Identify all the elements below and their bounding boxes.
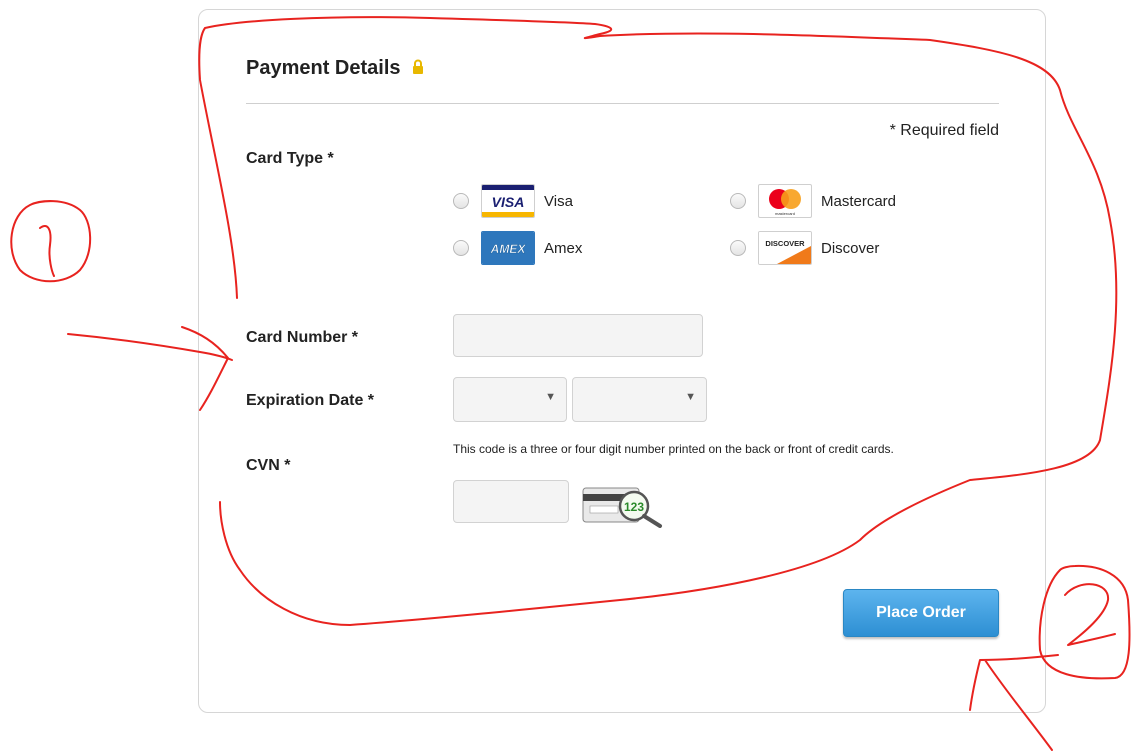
- expiration-year-select[interactable]: ▼: [572, 377, 707, 422]
- card-type-label: Card Type *: [246, 150, 334, 167]
- caret-down-icon: ▼: [685, 391, 696, 403]
- annotation-circle-one: [10, 200, 92, 283]
- annotation-digit-one: [39, 225, 55, 277]
- payment-title-text: Payment Details: [246, 57, 401, 79]
- svg-text:VISA: VISA: [492, 194, 525, 210]
- cvn-label: CVN *: [246, 457, 291, 474]
- radio-discover[interactable]: [730, 240, 746, 256]
- svg-text:DISCOVER: DISCOVER: [765, 239, 805, 248]
- required-field-note: * Required field: [889, 122, 999, 139]
- place-order-button[interactable]: Place Order: [843, 589, 999, 637]
- cvn-card-icon: 123: [582, 487, 662, 528]
- card-name-mastercard: Mastercard: [821, 193, 897, 210]
- radio-amex[interactable]: [453, 240, 469, 256]
- cvn-hint: This code is a three or four digit numbe…: [453, 442, 894, 456]
- expiration-date-label: Expiration Date *: [246, 392, 375, 409]
- page-title: Payment Details: [246, 57, 424, 80]
- annotation-circle-two: [1038, 564, 1131, 680]
- card-name-amex: Amex: [544, 240, 583, 257]
- card-name-discover: Discover: [821, 240, 880, 257]
- radio-mastercard[interactable]: [730, 193, 746, 209]
- amex-logo-icon: AMEX: [481, 231, 535, 265]
- svg-text:mastercard: mastercard: [775, 211, 795, 216]
- svg-text:123: 123: [624, 500, 644, 514]
- expiration-month-select[interactable]: ▼: [453, 377, 567, 422]
- svg-text:AMEX: AMEX: [490, 242, 527, 256]
- card-name-visa: Visa: [544, 193, 573, 210]
- annotation-digit-two: [1064, 583, 1116, 646]
- card-number-label: Card Number *: [246, 329, 359, 346]
- caret-down-icon: ▼: [545, 391, 556, 403]
- cvn-input[interactable]: [453, 480, 569, 523]
- discover-logo-icon: DISCOVER: [758, 231, 812, 265]
- mastercard-logo-icon: mastercard: [758, 184, 812, 218]
- visa-logo-icon: VISA: [481, 184, 535, 218]
- lock-icon: [413, 59, 424, 75]
- title-divider: [246, 103, 999, 104]
- card-number-input[interactable]: [453, 314, 703, 357]
- radio-visa[interactable]: [453, 193, 469, 209]
